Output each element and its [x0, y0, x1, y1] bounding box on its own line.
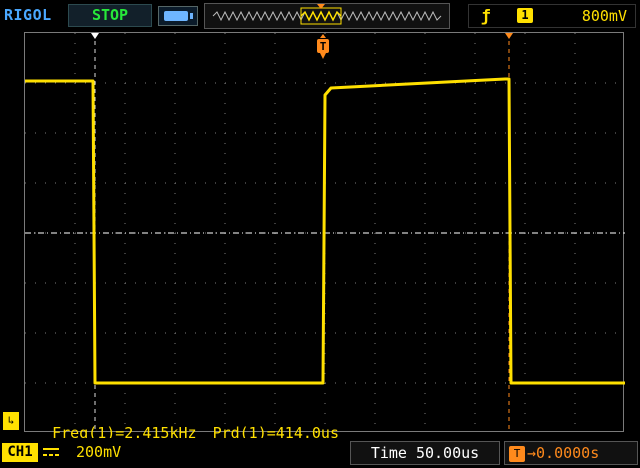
trigger-offset-value: 0.0000s [536, 444, 600, 462]
trigger-offset-setting[interactable]: T →0.0000s [504, 441, 638, 465]
vertical-scale[interactable]: 200mV [76, 443, 121, 461]
graticule [25, 33, 625, 433]
memory-depth-icon [158, 6, 198, 26]
svg-text:T: T [320, 40, 327, 53]
trigger-offset-icon: T [509, 445, 525, 462]
trigger-position-icon[interactable]: T [316, 34, 330, 60]
cursor-b-marker [505, 33, 513, 39]
status-bar: RIGOL STOP ƒ 1 800mV [0, 0, 640, 30]
trigger-settings[interactable]: ƒ 1 800mV [468, 4, 636, 28]
rising-edge-icon: ƒ [481, 6, 491, 25]
brand-logo: RIGOL [4, 6, 52, 24]
waveform-overview-icon [204, 3, 450, 29]
timebase-setting[interactable]: Time 50.00us [350, 441, 500, 465]
dc-coupling-icon [43, 448, 59, 456]
measurement-readout: Freq(1)=2.415kHz Prd(1)=414.0us [34, 406, 355, 442]
waveform-display[interactable] [24, 32, 625, 433]
channel-status-bar: CH1 200mV Time 50.00us T →0.0000s [0, 438, 640, 468]
run-stop-status[interactable]: STOP [68, 4, 152, 27]
trigger-level: 800mV [581, 7, 627, 25]
channel-1-label[interactable]: CH1 [2, 443, 38, 462]
channel-ground-icon[interactable]: ↳ [3, 412, 19, 430]
ch1-waveform [25, 77, 625, 385]
cursor-a-marker [91, 33, 99, 39]
trigger-source-badge: 1 [517, 8, 533, 23]
